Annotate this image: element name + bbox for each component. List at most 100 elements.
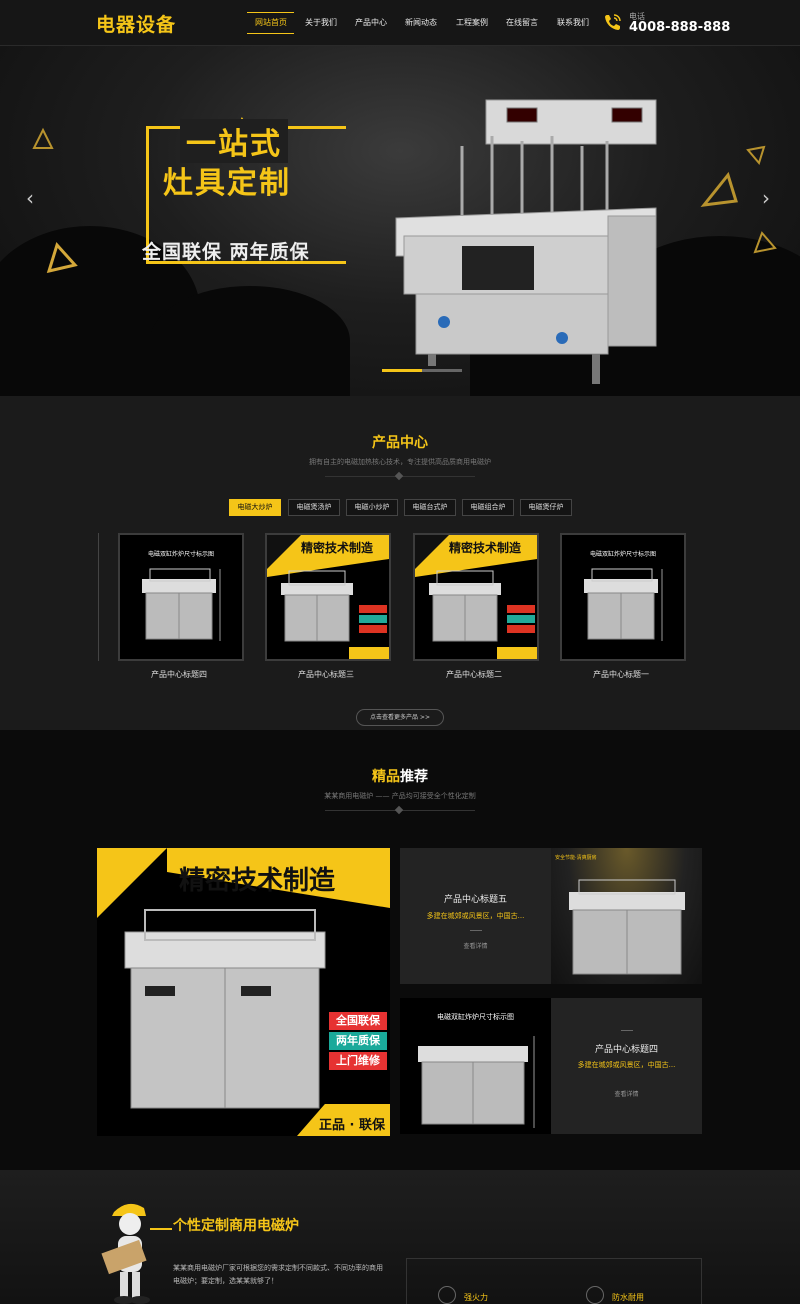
- header: 电器设备 网站首页 关于我们 产品中心 新闻动态 工程案例 在线留言 联系我们 …: [0, 0, 800, 46]
- nav-products[interactable]: 产品中心: [355, 17, 387, 28]
- tab-product-category[interactable]: 电磁组合炉: [462, 499, 514, 516]
- banner-title-line1: 一站式: [180, 119, 288, 163]
- product-card-label[interactable]: 产品中心标题四: [116, 669, 242, 680]
- feature-label: 防水耐用: [612, 1293, 644, 1302]
- custom-description: 某某商用电磁炉厂家可根据您的需求定制不同款式、不同功率的商用电磁炉；要定制，选某…: [173, 1264, 383, 1285]
- banner-title-line2: 灶具定制: [163, 166, 291, 201]
- badge-strip: [359, 615, 387, 623]
- slider-edge: [98, 533, 99, 661]
- badge-strip: [359, 605, 387, 613]
- nav-news[interactable]: 新闻动态: [405, 17, 437, 28]
- title-prefix: 精品: [372, 769, 400, 785]
- product-card-label[interactable]: 产品中心标题三: [263, 669, 389, 680]
- recommend-card-title[interactable]: 产品中心标题四: [551, 1042, 702, 1055]
- nav-about[interactable]: 关于我们: [305, 17, 337, 28]
- badge-strip: [507, 605, 535, 613]
- badge-strip: [359, 625, 387, 633]
- decor-triangle-icon: [700, 171, 738, 207]
- card-corner: [415, 535, 449, 569]
- card-corner: [267, 535, 301, 569]
- fryer-image: [142, 568, 221, 641]
- nav-cases[interactable]: 工程案例: [456, 17, 488, 28]
- badge-strip: [507, 615, 535, 623]
- fryer-image: [584, 568, 663, 641]
- decor-triangle-icon: [32, 127, 54, 149]
- product-center-section: 产品中心 拥有自主的电磁加热核心技术，专注提供高品质商用电磁炉 电磁大炒炉 电磁…: [0, 396, 800, 730]
- view-details-link[interactable]: 查看详情: [551, 1089, 702, 1098]
- product-badge: 精密技术制造: [449, 541, 522, 555]
- phone-number[interactable]: 4008-888-888: [629, 20, 730, 35]
- product-image-caption: 电磁双缸炸炉尺寸标示图: [147, 551, 214, 558]
- hero-banner[interactable]: 一站式 灶具定制 全国联保 两年质保 ‹ ›: [0, 46, 800, 396]
- divider-diamond-icon: [394, 471, 404, 481]
- image-caption: 安全节能·清爽厨房: [555, 855, 597, 861]
- decor-triangle-icon: [746, 145, 766, 166]
- recommend-image[interactable]: 电磁双缸炸炉尺寸标示图: [400, 998, 551, 1134]
- more-products-button[interactable]: 点击查看更多产品 >>: [356, 709, 444, 726]
- product-card[interactable]: 电磁双缸炸炉尺寸标示图: [560, 533, 686, 661]
- card-divider: [469, 930, 482, 931]
- tab-product-category[interactable]: 电磁大炒炉: [229, 499, 281, 516]
- image-caption: 电磁双缸炸炉尺寸标示图: [437, 1013, 514, 1021]
- nav-message[interactable]: 在线留言: [506, 17, 538, 28]
- product-card-label[interactable]: 产品中心标题一: [558, 669, 684, 680]
- recommend-image[interactable]: 安全节能·清爽厨房: [551, 848, 702, 984]
- banner-prev-icon[interactable]: ‹: [26, 186, 34, 210]
- worker-mascot-image: [101, 1203, 150, 1304]
- fryer-image: [429, 570, 501, 642]
- badge-service: 上门维修: [329, 1052, 387, 1070]
- tab-product-category[interactable]: 电磁小炒炉: [346, 499, 398, 516]
- fire-icon: [438, 1286, 456, 1304]
- tab-product-category[interactable]: 电磁煲仔炉: [520, 499, 572, 516]
- waterproof-icon: [586, 1286, 604, 1304]
- badge-warranty: 两年质保: [329, 1032, 387, 1050]
- recommend-section: 精品推荐 某某商用电磁炉 —— 产品均可接受全个性化定制 精密技术制造 全国联保…: [0, 730, 800, 1170]
- title-suffix: 推荐: [400, 769, 428, 785]
- tab-product-category[interactable]: 电磁台式炉: [404, 499, 456, 516]
- feature-label: 强火力: [464, 1293, 488, 1302]
- recommend-card-desc: 多建在城郊或风景区，中国古...: [577, 1061, 676, 1069]
- banner-frame-edge: [330, 126, 346, 129]
- banner-subtitle: 全国联保 两年质保: [142, 241, 310, 263]
- badge-nationwide: 全国联保: [329, 1012, 387, 1030]
- recommend-card-desc: 多建在城郊或风景区，中国古...: [426, 912, 525, 920]
- recommend-card[interactable]: 产品中心标题五 多建在城郊或风景区，中国古... 查看详情: [400, 848, 551, 984]
- phone-icon: [605, 14, 621, 30]
- banner-next-icon[interactable]: ›: [762, 186, 770, 210]
- featured-product-image[interactable]: 精密技术制造 全国联保 两年质保 上门维修 正品 · 联保: [97, 848, 390, 1136]
- recommend-card[interactable]: 产品中心标题四 多建在城郊或风景区，中国古... 查看详情: [551, 998, 702, 1134]
- decor-triangle-icon: [753, 231, 777, 254]
- view-details-link[interactable]: 查看详情: [400, 941, 551, 950]
- title-accent-line: [150, 1228, 172, 1230]
- cooker-product-image: [395, 99, 657, 384]
- nav-home[interactable]: 网站首页: [255, 17, 287, 28]
- badge-strip: [497, 647, 537, 659]
- decor-triangle-icon: [46, 242, 78, 274]
- section-subtitle: 某某商用电磁炉 —— 产品均可接受全个性化定制: [324, 792, 476, 800]
- logo[interactable]: 电器设备: [96, 10, 176, 37]
- featured-footer-text: 正品 · 联保: [319, 1118, 385, 1133]
- nav-contact[interactable]: 联系我们: [557, 17, 589, 28]
- fryer-image: [569, 879, 685, 975]
- badge-strip: [507, 625, 535, 633]
- badge-strip: [349, 647, 389, 659]
- tab-product-category[interactable]: 电磁煲汤炉: [288, 499, 340, 516]
- product-image-caption: 电磁双缸炸炉尺寸标示图: [589, 551, 656, 558]
- slider-dot[interactable]: [422, 369, 462, 372]
- divider-diamond-icon: [394, 805, 404, 815]
- product-card-label[interactable]: 产品中心标题二: [411, 669, 537, 680]
- product-card[interactable]: 精密技术制造: [413, 533, 539, 661]
- recommend-card-title[interactable]: 产品中心标题五: [400, 892, 551, 905]
- featured-banner-text: 精密技术制造: [179, 866, 336, 896]
- custom-section: 个性定制商用电磁炉 某某商用电磁炉厂家可根据您的需求定制不同款式、不同功率的商用…: [0, 1170, 800, 1304]
- section-title: 产品中心: [372, 435, 428, 451]
- crowd-silhouette: [150, 286, 350, 396]
- product-card[interactable]: 精密技术制造: [265, 533, 391, 661]
- fryer-image: [418, 1036, 535, 1128]
- slider-dot-active[interactable]: [382, 369, 422, 372]
- custom-title: 个性定制商用电磁炉: [173, 1218, 299, 1234]
- fryer-image: [124, 909, 326, 1109]
- section-title: 精品推荐: [0, 766, 800, 786]
- product-card[interactable]: 电磁双缸炸炉尺寸标示图: [118, 533, 244, 661]
- section-subtitle: 拥有自主的电磁加热核心技术，专注提供高品质商用电磁炉: [309, 458, 491, 466]
